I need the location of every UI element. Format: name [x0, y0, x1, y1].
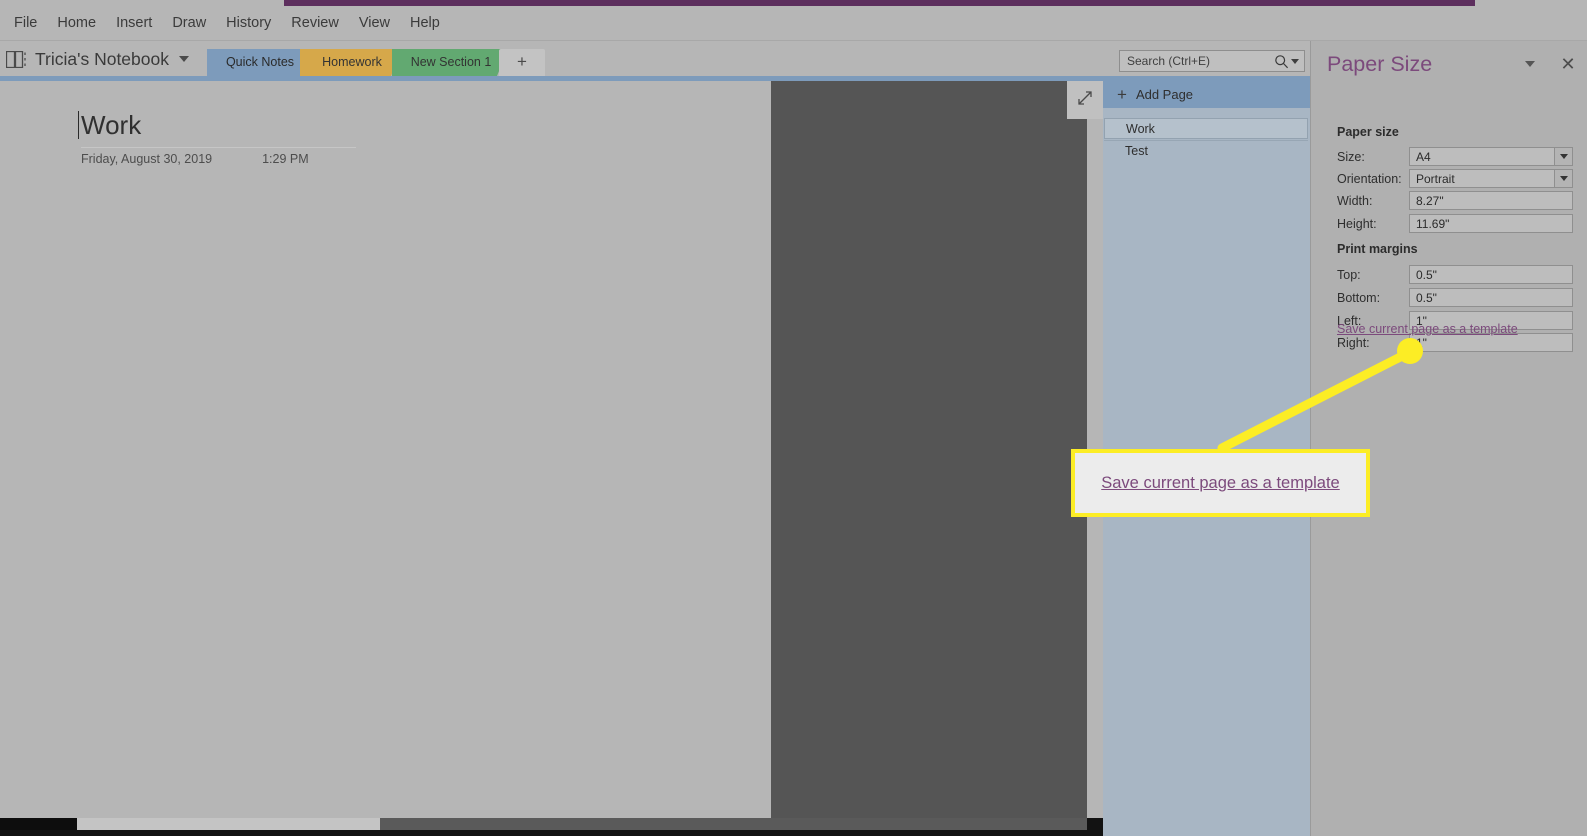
page-date: Friday, August 30, 2019 — [81, 152, 213, 166]
task-pane-header: Paper Size ✕ — [1327, 51, 1577, 77]
add-page-button[interactable]: + Add Page — [1103, 81, 1310, 108]
add-page-label: Add Page — [1135, 87, 1194, 102]
page-time: 1:29 PM — [262, 152, 309, 166]
orientation-select[interactable]: Portrait — [1409, 169, 1573, 188]
page-title[interactable]: Work — [78, 110, 356, 148]
task-pane-title: Paper Size — [1327, 52, 1433, 76]
notebook-selector[interactable]: Tricia's Notebook — [6, 42, 189, 76]
section-tab-new-section-1[interactable]: New Section 1 — [392, 49, 508, 76]
section-tab-quick-notes[interactable]: Quick Notes — [207, 49, 311, 76]
scrollbar-thumb[interactable] — [77, 818, 380, 830]
size-label: Size: — [1337, 149, 1365, 164]
menu-item-draw[interactable]: Draw — [162, 6, 216, 40]
height-value: 11.69" — [1416, 216, 1450, 231]
width-input[interactable]: 8.27" — [1409, 191, 1573, 210]
chevron-down-icon — [1559, 176, 1568, 181]
menu-item-review[interactable]: Review — [281, 6, 349, 40]
paper-size-task-pane: Paper Size ✕ Paper size Size: A4 Orienta… — [1310, 41, 1587, 836]
size-dropdown-button[interactable] — [1554, 148, 1572, 165]
margin-top-input[interactable]: 0.5" — [1409, 265, 1573, 284]
scrollbar-track[interactable] — [0, 818, 1087, 830]
page-list-item-work[interactable]: Work — [1104, 118, 1308, 139]
page-surface[interactable]: Work Friday, August 30, 2019 1:29 PM — [0, 81, 771, 818]
menu-item-help[interactable]: Help — [400, 6, 450, 40]
scrollbar-left-pad — [0, 818, 77, 830]
menu-item-file[interactable]: File — [4, 6, 47, 40]
chevron-down-icon — [179, 56, 189, 62]
section-tab-homework[interactable]: Homework — [300, 49, 402, 76]
expand-diagonal-icon — [1075, 88, 1095, 113]
page-list-bottom-fill — [1103, 818, 1310, 836]
orientation-value: Portrait — [1416, 171, 1455, 186]
note-canvas[interactable]: Work Friday, August 30, 2019 1:29 PM — [0, 81, 1087, 818]
margin-bottom-input[interactable]: 0.5" — [1409, 288, 1573, 307]
search-box[interactable]: Search (Ctrl+E) — [1119, 50, 1305, 72]
menu-item-history[interactable]: History — [216, 6, 281, 40]
annotation-callout: Save current page as a template — [1071, 449, 1370, 517]
notebook-icon — [6, 50, 27, 68]
page-title-value: Work — [81, 110, 142, 140]
print-margins-heading: Print margins — [1337, 242, 1418, 256]
search-dropdown-icon[interactable] — [1291, 58, 1299, 64]
size-value: A4 — [1416, 149, 1431, 164]
page-title-area[interactable]: Work — [78, 110, 356, 148]
height-input[interactable]: 11.69" — [1409, 214, 1573, 233]
margin-right-value: 1" — [1416, 335, 1427, 350]
orientation-label: Orientation: — [1337, 171, 1402, 186]
margin-bottom-label: Bottom: — [1337, 290, 1381, 305]
orientation-dropdown-button[interactable] — [1554, 170, 1572, 187]
margin-top-row: Top: 0.5" — [1337, 265, 1573, 284]
page-timestamp: Friday, August 30, 2019 1:29 PM — [81, 152, 309, 166]
width-value: 8.27" — [1416, 193, 1444, 208]
close-icon[interactable]: ✕ — [1559, 55, 1577, 73]
margin-top-label: Top: — [1337, 267, 1361, 282]
margin-top-value: 0.5" — [1416, 267, 1437, 282]
height-row: Height: 11.69" — [1337, 214, 1573, 233]
horizontal-scrollbar[interactable] — [0, 818, 1103, 836]
search-input[interactable]: Search (Ctrl+E) — [1120, 54, 1272, 68]
plus-icon: + — [1117, 85, 1127, 104]
chevron-down-icon — [1559, 154, 1568, 159]
paper-size-heading: Paper size — [1337, 125, 1399, 139]
margin-right-label: Right: — [1337, 335, 1370, 350]
width-row: Width: 8.27" — [1337, 191, 1573, 210]
size-select[interactable]: A4 — [1409, 147, 1573, 166]
ribbon-menu-bar: File Home Insert Draw History Review Vie… — [0, 6, 1587, 41]
page-list-item-test[interactable]: Test — [1104, 140, 1308, 161]
notebook-title: Tricia's Notebook — [35, 48, 169, 69]
save-page-as-template-link[interactable]: Save current page as a template — [1337, 322, 1518, 336]
menu-item-home[interactable]: Home — [47, 6, 106, 40]
width-label: Width: — [1337, 193, 1373, 208]
orientation-row: Orientation: Portrait — [1337, 169, 1573, 188]
annotation-callout-text: Save current page as a template — [1101, 473, 1340, 492]
menu-item-view[interactable]: View — [349, 6, 400, 40]
margin-bottom-value: 0.5" — [1416, 290, 1437, 305]
size-row: Size: A4 — [1337, 147, 1573, 166]
text-cursor — [78, 111, 79, 139]
add-section-button[interactable]: + — [499, 49, 545, 76]
chevron-down-icon[interactable] — [1525, 61, 1535, 67]
height-label: Height: — [1337, 216, 1377, 231]
margin-bottom-row: Bottom: 0.5" — [1337, 288, 1573, 307]
search-icon[interactable] — [1272, 52, 1290, 70]
expand-page-button[interactable] — [1067, 81, 1103, 119]
menu-item-insert[interactable]: Insert — [106, 6, 162, 40]
onenote-window: File Home Insert Draw History Review Vie… — [0, 0, 1587, 836]
